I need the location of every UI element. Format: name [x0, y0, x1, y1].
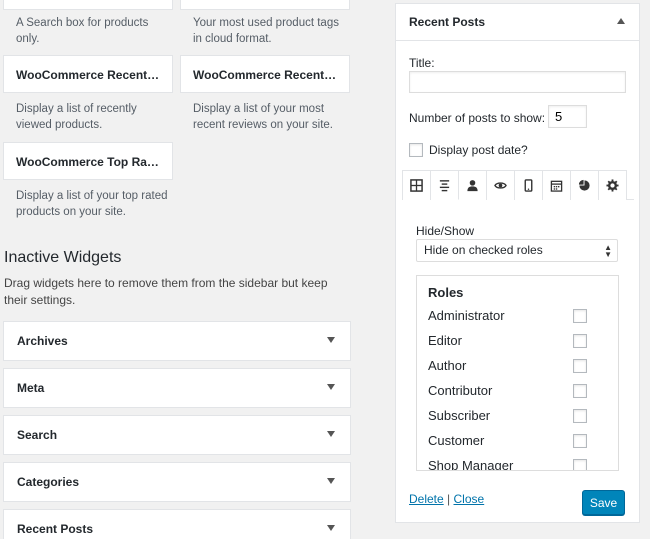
inactive-widgets-title: Inactive Widgets	[4, 249, 122, 266]
search-widget-desc: A Search box for products only.	[16, 17, 149, 45]
role-row-author: Author	[428, 356, 608, 376]
tab-schedule[interactable]	[542, 170, 571, 200]
role-label: Contributor	[428, 383, 493, 398]
title-input[interactable]	[409, 71, 626, 93]
role-label: Shop Manager	[428, 458, 514, 471]
tab-statistics[interactable]	[570, 170, 599, 200]
inactive-widget-label: Meta	[17, 381, 45, 395]
role-row-customer: Customer	[428, 431, 608, 451]
widget-panel-header[interactable]: Recent Posts	[396, 4, 639, 41]
gear-icon	[606, 179, 619, 192]
widget-card-recently-viewed[interactable]: WooCommerce Recentl...	[3, 55, 173, 93]
inactive-widget-label: Archives	[17, 334, 68, 348]
save-button[interactable]: Save	[582, 490, 625, 515]
num-posts-label: Number of posts to show:	[409, 111, 546, 125]
display-date-label: Display post date?	[429, 143, 528, 157]
available-widgets-area: A Search box for products only. Your mos…	[0, 0, 360, 539]
caret-down-icon[interactable]	[327, 478, 335, 484]
recently-viewed-desc: Display a list of recently viewed produc…	[16, 103, 137, 131]
role-label: Editor	[428, 333, 462, 348]
inactive-widget-meta[interactable]: Meta	[3, 368, 351, 408]
tab-user-roles[interactable]	[458, 170, 487, 200]
role-label: Author	[428, 358, 467, 373]
role-checkbox[interactable]	[573, 409, 587, 423]
sidebar-area: Recent Posts Title: Number of posts to s…	[385, 0, 650, 539]
caret-down-icon[interactable]	[327, 525, 335, 531]
widget-card-top-rated[interactable]: WooCommerce Top Rat...	[3, 142, 173, 180]
caret-up-icon[interactable]	[617, 18, 625, 24]
caret-down-icon[interactable]	[327, 431, 335, 437]
user-icon	[467, 179, 478, 191]
hide-show-select[interactable]: Hide on checked roles ▲ ▼	[416, 239, 618, 262]
widget-actions-links: Delete | Close	[409, 492, 484, 506]
recent-posts-widget-panel: Recent Posts Title: Number of posts to s…	[395, 3, 640, 523]
inactive-widget-categories[interactable]: Categories	[3, 462, 351, 502]
roles-list: Roles Administrator Editor Author Contri…	[416, 275, 619, 471]
top-rated-desc: Display a list of your top rated product…	[16, 190, 168, 218]
role-checkbox[interactable]	[573, 459, 587, 470]
title-label: Title:	[409, 56, 435, 70]
role-checkbox[interactable]	[573, 359, 587, 373]
role-label: Subscriber	[428, 408, 491, 423]
mobile-icon	[524, 179, 533, 192]
inactive-widget-search[interactable]: Search	[3, 415, 351, 455]
search-widget-card-stub[interactable]	[3, 0, 173, 10]
align-center-icon	[439, 180, 450, 192]
inactive-widget-archives[interactable]: Archives	[3, 321, 351, 361]
delete-link[interactable]: Delete	[409, 492, 444, 506]
tab-alignment[interactable]	[430, 170, 459, 200]
tab-grid[interactable]	[402, 170, 431, 200]
tab-settings[interactable]	[598, 170, 627, 200]
role-checkbox[interactable]	[573, 384, 587, 398]
inactive-widget-recent-posts[interactable]: Recent Posts	[3, 509, 351, 539]
role-row-administrator: Administrator	[428, 306, 608, 326]
select-arrows-icon: ▲ ▼	[604, 243, 612, 259]
inactive-widget-label: Categories	[17, 475, 80, 489]
recent-reviews-desc: Display a list of your most recent revie…	[193, 103, 333, 131]
tab-visibility[interactable]	[486, 170, 515, 200]
tag-cloud-widget-desc: Your most used product tags in cloud for…	[193, 17, 339, 45]
eye-icon	[494, 182, 507, 189]
role-row-subscriber: Subscriber	[428, 406, 608, 426]
links-separator: |	[447, 492, 451, 506]
role-checkbox[interactable]	[573, 334, 587, 348]
caret-down-icon[interactable]	[327, 384, 335, 390]
role-row-shop-manager: Shop Manager	[428, 456, 608, 471]
roles-heading: Roles	[428, 285, 464, 300]
display-date-checkbox[interactable]	[409, 143, 423, 157]
grid-icon	[410, 179, 423, 192]
inactive-widgets-desc: Drag widgets here to remove them from th…	[4, 276, 328, 307]
role-label: Customer	[428, 433, 485, 448]
hide-show-selected-value: Hide on checked roles	[424, 243, 543, 257]
calendar-icon	[550, 180, 563, 192]
role-row-contributor: Contributor	[428, 381, 608, 401]
pie-chart-icon	[578, 179, 590, 191]
caret-down-icon[interactable]	[327, 337, 335, 343]
num-posts-input[interactable]	[548, 105, 587, 128]
role-checkbox[interactable]	[573, 434, 587, 448]
widget-card-recent-reviews[interactable]: WooCommerce Recent ...	[180, 55, 350, 93]
role-row-editor: Editor	[428, 331, 608, 351]
close-link[interactable]: Close	[454, 492, 485, 506]
role-checkbox[interactable]	[573, 309, 587, 323]
tab-devices[interactable]	[514, 170, 543, 200]
inactive-widget-label: Recent Posts	[17, 522, 94, 536]
tag-cloud-widget-card-stub[interactable]	[180, 0, 350, 10]
inactive-widget-label: Search	[17, 428, 58, 442]
widget-panel-title: Recent Posts	[409, 15, 486, 29]
hide-show-label: Hide/Show	[416, 224, 475, 238]
visibility-tabs	[402, 170, 634, 200]
role-label: Administrator	[428, 308, 505, 323]
